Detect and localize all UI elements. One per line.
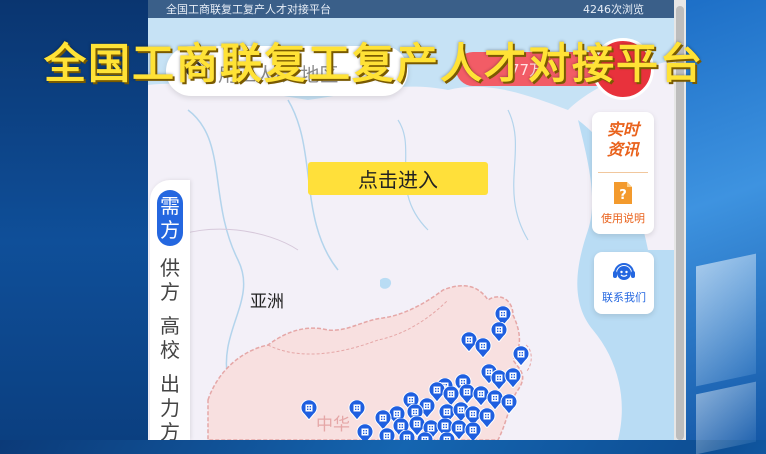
platform-name: 全国工商联复工复产人才对接平台 bbox=[166, 3, 331, 16]
building-pin-icon[interactable] bbox=[464, 422, 482, 440]
building-pin-icon[interactable] bbox=[300, 400, 318, 420]
help-label: 使用说明 bbox=[601, 212, 645, 225]
tab-contributor[interactable]: 出力方 bbox=[158, 372, 182, 440]
customer-service-icon bbox=[613, 263, 635, 280]
enter-button[interactable]: 点击进入 bbox=[308, 162, 488, 195]
news-title: 实时 资讯 bbox=[600, 120, 646, 160]
building-pin-icon[interactable] bbox=[416, 432, 434, 440]
news-title-line2: 资讯 bbox=[606, 140, 639, 159]
building-pin-icon[interactable] bbox=[378, 428, 396, 440]
contact-label: 联系我们 bbox=[602, 291, 646, 304]
overlay-banner-title: 全国工商联复工复产人才对接平台 bbox=[44, 39, 705, 88]
building-pin-icon[interactable] bbox=[438, 432, 456, 440]
building-pin-icon[interactable] bbox=[490, 322, 508, 342]
building-pin-icon[interactable] bbox=[356, 424, 374, 440]
help-doc-icon: ? bbox=[614, 182, 632, 204]
contact-card[interactable]: 联系我们 bbox=[594, 252, 654, 314]
building-pin-icon[interactable] bbox=[504, 368, 522, 388]
tab-demand[interactable]: 需方 bbox=[157, 190, 183, 246]
building-pin-icon[interactable] bbox=[500, 394, 518, 414]
building-pin-icon[interactable] bbox=[474, 338, 492, 358]
divider bbox=[598, 172, 648, 173]
building-pin-icon[interactable] bbox=[512, 346, 530, 366]
news-card[interactable]: 实时 资讯 ? 使用说明 bbox=[592, 112, 654, 234]
svg-text:?: ? bbox=[619, 188, 627, 203]
tab-supply[interactable]: 供方 bbox=[158, 256, 182, 304]
map-label-asia: 亚洲 bbox=[250, 292, 284, 312]
window-logo-pane bbox=[696, 381, 756, 454]
view-count: 4246次浏览 bbox=[583, 3, 644, 16]
building-pin-icon[interactable] bbox=[398, 430, 416, 440]
building-pin-icon[interactable] bbox=[348, 400, 366, 420]
map-label-china: 中华 bbox=[316, 415, 350, 435]
news-title-line1: 实时 bbox=[606, 120, 639, 139]
side-tab-bar: 需方 供方 高校 出力方 bbox=[150, 180, 190, 440]
tab-university[interactable]: 高校 bbox=[158, 314, 182, 362]
top-info-bar: 全国工商联复工复产人才对接平台 4246次浏览 bbox=[148, 0, 674, 18]
window-logo-pane bbox=[696, 253, 756, 387]
building-pin-icon[interactable] bbox=[374, 410, 392, 430]
